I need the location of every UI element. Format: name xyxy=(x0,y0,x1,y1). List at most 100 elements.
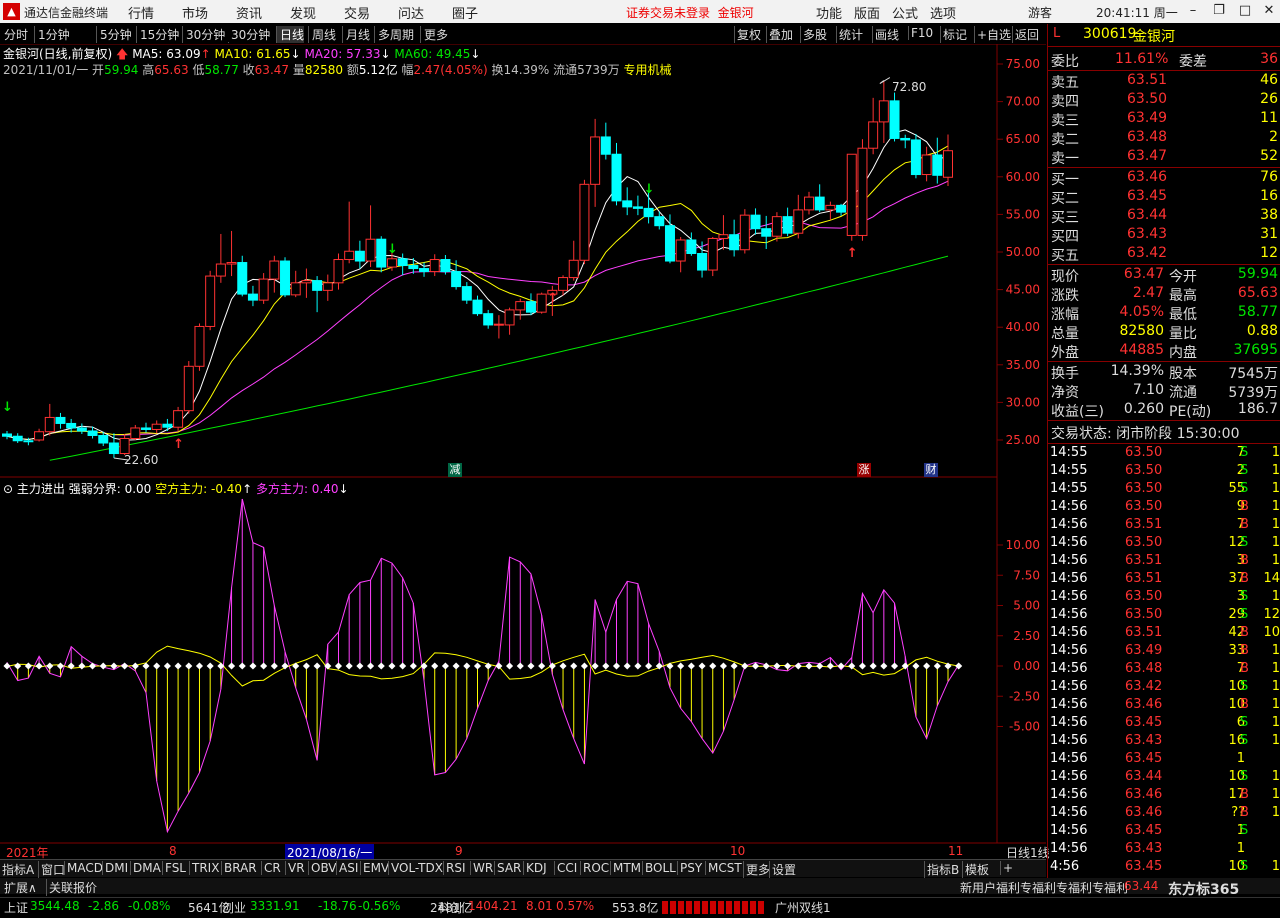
period-tab-active[interactable]: 日线 xyxy=(276,26,305,43)
bid-level[interactable]: 买四 63.43 31 xyxy=(1049,226,1280,245)
indicator-tab[interactable]: EMV xyxy=(360,861,389,875)
user-label[interactable]: 游客 xyxy=(1028,4,1052,21)
event-badge-cai[interactable]: 财 xyxy=(924,463,938,477)
add-watchlist-button[interactable]: +自选 xyxy=(974,26,1011,43)
indicator-tab[interactable]: CCI xyxy=(554,861,577,875)
news-ticker[interactable]: 新用户福利专福利专福利专福利 xyxy=(960,879,1128,896)
indicator-tab[interactable]: PSY xyxy=(677,861,702,875)
menu-formula[interactable]: 公式 xyxy=(892,3,918,22)
indicator-tab[interactable]: MACD xyxy=(64,861,103,875)
zero-line-dot xyxy=(527,662,535,670)
zero-line-dot xyxy=(933,662,941,670)
indicator-tab[interactable]: ASI xyxy=(336,861,358,875)
chart-area[interactable]: 75.00 70.00 65.00 60.00 55.00 50.00 45.00 40.00… xyxy=(0,44,1046,859)
commission-diff: 36 xyxy=(1260,51,1278,67)
ask-level[interactable]: 卖五 63.51 46 xyxy=(1049,72,1280,91)
trade-login-warning[interactable]: 证券交易未登录 金银河 xyxy=(626,4,754,21)
index-name[interactable]: 上证 xyxy=(4,899,28,916)
candle-down xyxy=(632,206,643,209)
mark-button[interactable]: 标记 xyxy=(940,26,967,43)
indicator-tab[interactable]: VR xyxy=(285,861,305,875)
stock-name[interactable]: 金银河 xyxy=(1133,26,1175,46)
index-name[interactable]: 创业 xyxy=(222,899,246,916)
menu-market[interactable]: 市场 xyxy=(182,3,208,22)
bid-level[interactable]: 买五 63.42 12 xyxy=(1049,245,1280,264)
collapse-icon[interactable]: ⊙ xyxy=(3,482,13,496)
right-tab[interactable]: + xyxy=(1000,861,1013,875)
menu-circle[interactable]: 圈子 xyxy=(452,3,478,22)
restore-icon[interactable]: ❐ xyxy=(1210,2,1228,20)
period-tab[interactable]: 月线 xyxy=(342,26,370,43)
indicator-tab[interactable]: DMA xyxy=(130,861,161,875)
stock-code[interactable]: 300619 xyxy=(1083,26,1136,42)
indicator-tab[interactable]: FSL xyxy=(162,861,186,875)
period-tab[interactable]: 多周期 xyxy=(374,26,414,43)
indicator-tab[interactable]: MTM xyxy=(610,861,641,875)
f10-button[interactable]: F10 xyxy=(908,26,933,40)
menu-ask[interactable]: 问达 xyxy=(398,3,424,22)
tick-row: 14:56 63.51 42 B 10 xyxy=(1050,625,1280,640)
period-tab[interactable]: 30分钟 xyxy=(182,26,225,43)
menu-trade[interactable]: 交易 xyxy=(344,3,370,22)
period-tab[interactable]: 1分钟 xyxy=(34,26,70,43)
indicator-tab[interactable]: SAR xyxy=(494,861,521,875)
stats-button[interactable]: 统计 xyxy=(836,26,863,43)
indicator-tab[interactable]: 更多 xyxy=(743,861,770,878)
back-button[interactable]: 返回 xyxy=(1012,26,1039,43)
event-badge-zhang[interactable]: 涨 xyxy=(857,463,871,477)
period-tab[interactable]: 更多 xyxy=(420,26,448,43)
indicator-title[interactable]: 主力进出 xyxy=(17,482,65,496)
menu-discover[interactable]: 发现 xyxy=(290,3,316,22)
period-tab[interactable]: 5分钟 xyxy=(96,26,132,43)
menu-quotes[interactable]: 行情 xyxy=(128,3,154,22)
menu-options[interactable]: 选项 xyxy=(930,3,956,22)
indicator-tab[interactable]: TRIX xyxy=(189,861,219,875)
expand-link[interactable]: 扩展∧ xyxy=(4,879,37,896)
indicator-tab[interactable]: MCST xyxy=(705,861,742,875)
bid-level[interactable]: 买三 63.44 38 xyxy=(1049,207,1280,226)
indicator-tab[interactable]: 指标A xyxy=(2,861,34,878)
ask-level[interactable]: 卖一 63.47 52 xyxy=(1049,148,1280,167)
candle-up xyxy=(536,293,547,313)
menu-layout[interactable]: 版面 xyxy=(854,3,880,22)
right-tab[interactable]: 模板 xyxy=(962,861,989,878)
indicator-tab[interactable]: BOLL xyxy=(642,861,676,875)
board-name[interactable]: 广州双线1 xyxy=(775,899,831,916)
zero-line-dot xyxy=(580,662,588,670)
ask-level[interactable]: 卖四 63.50 26 xyxy=(1049,91,1280,110)
indicator-tab[interactable]: 设置 xyxy=(769,861,796,878)
indicator-tab[interactable]: CR xyxy=(261,861,281,875)
indicator-tab[interactable]: KDJ xyxy=(523,861,547,875)
indicator-tab[interactable]: VOL-TDX xyxy=(388,861,443,875)
period-tab[interactable]: 分时 xyxy=(4,26,28,43)
menu-news[interactable]: 资讯 xyxy=(236,3,262,22)
restore-right-button[interactable]: 复权 xyxy=(734,26,761,43)
period-tab[interactable]: 30分钟 xyxy=(231,26,270,43)
period-tab[interactable]: 15分钟 xyxy=(136,26,179,43)
multi-stock-button[interactable]: 多股 xyxy=(800,26,827,43)
maximize-icon[interactable]: □ xyxy=(1236,2,1254,20)
indicator-tab[interactable]: BRAR xyxy=(221,861,257,875)
period-tab[interactable]: 周线 xyxy=(308,26,336,43)
index-name[interactable]: 科创 xyxy=(438,899,462,916)
minimize-icon[interactable]: – xyxy=(1184,2,1202,20)
indicator-tab[interactable]: RSI xyxy=(443,861,466,875)
indicator-tab[interactable]: OBV xyxy=(308,861,337,875)
related-quotes-link[interactable]: 关联报价 xyxy=(46,879,97,896)
event-badge-jian[interactable]: 减 xyxy=(448,463,462,477)
zero-line-dot xyxy=(78,662,86,670)
bid-level[interactable]: 买一 63.46 76 xyxy=(1049,169,1280,188)
ask-level[interactable]: 卖三 63.49 11 xyxy=(1049,110,1280,129)
indicator-tab[interactable]: WR xyxy=(470,861,493,875)
indicator-tab[interactable]: ROC xyxy=(580,861,609,875)
indicator-tab[interactable]: 窗口 xyxy=(38,861,65,878)
overlay-button[interactable]: 叠加 xyxy=(766,26,793,43)
menu-function[interactable]: 功能 xyxy=(816,3,842,22)
right-tab[interactable]: 指标B xyxy=(924,861,959,878)
candle-up xyxy=(322,282,333,291)
ask-level[interactable]: 卖二 63.48 2 xyxy=(1049,129,1280,148)
close-icon[interactable]: ✕ xyxy=(1260,2,1278,20)
bid-level[interactable]: 买二 63.45 16 xyxy=(1049,188,1280,207)
indicator-tab[interactable]: DMI xyxy=(102,861,128,875)
draw-line-button[interactable]: 画线 xyxy=(872,26,899,43)
